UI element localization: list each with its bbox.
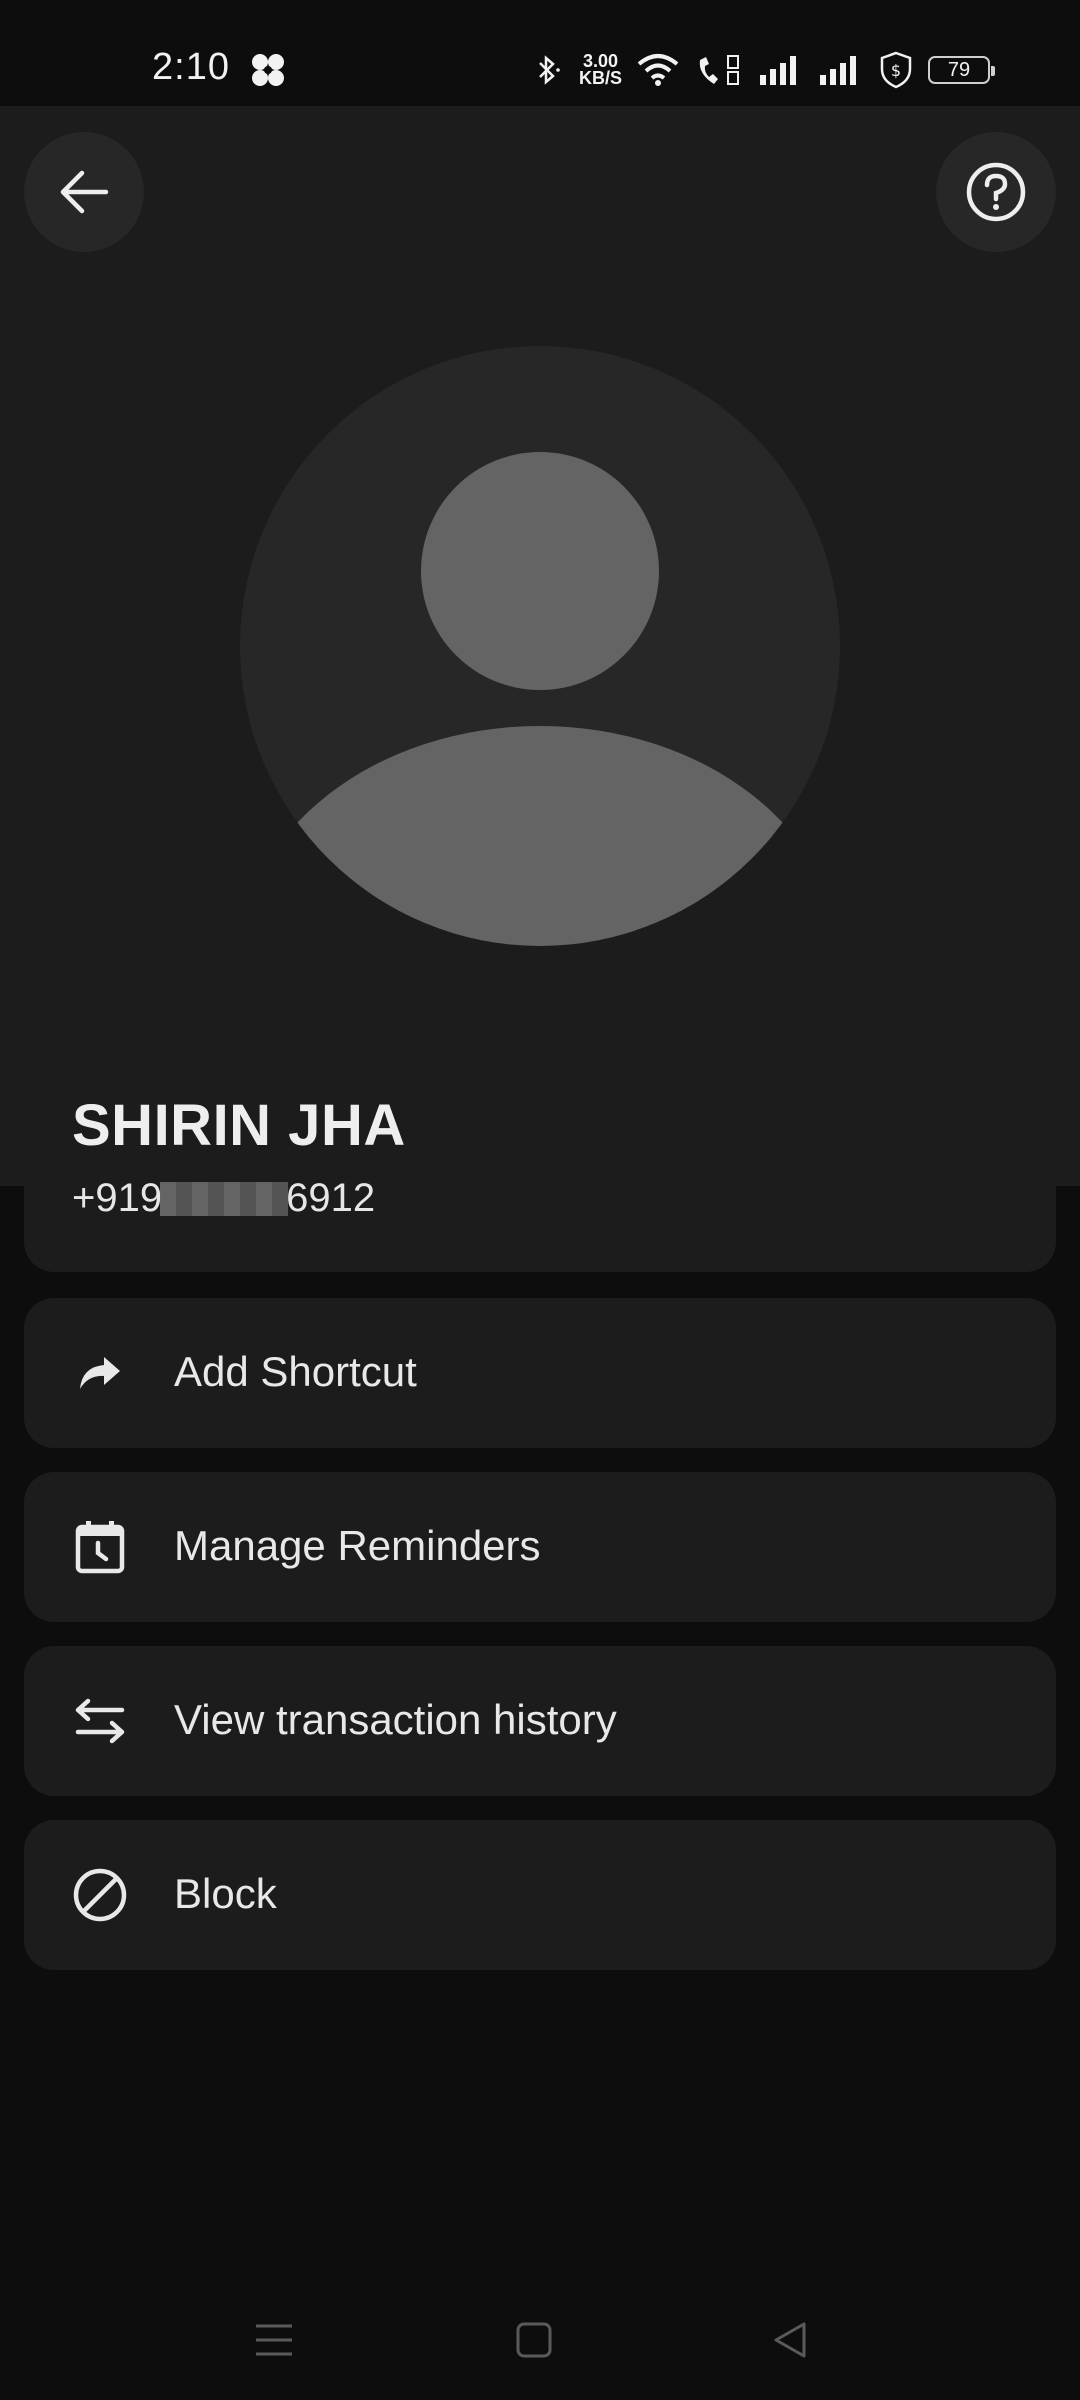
back-button[interactable]: [24, 132, 144, 252]
app-notification-icon: [252, 54, 284, 86]
status-bar: 2:10 3.00 KB/S $ 79: [0, 0, 1080, 106]
battery-level: 79: [947, 58, 971, 81]
home-square-icon: [516, 2322, 552, 2358]
wifi-calling-icon: [699, 55, 739, 85]
battery-indicator: 79: [928, 56, 995, 84]
help-circle-icon: [966, 162, 1026, 222]
view-transaction-history-button[interactable]: View transaction history: [24, 1646, 1056, 1796]
contact-phone: +919 6912: [72, 1176, 375, 1221]
view-transaction-history-label: View transaction history: [174, 1696, 617, 1743]
network-speed: 3.00 KB/S: [578, 52, 622, 88]
add-shortcut-label: Add Shortcut: [174, 1348, 417, 1395]
contact-avatar: [240, 346, 840, 946]
avatar-head-shape: [421, 452, 659, 690]
block-icon: [72, 1867, 128, 1923]
phone-prefix: +919: [72, 1176, 163, 1220]
system-nav-bar: [0, 2290, 1080, 2400]
swap-arrows-icon: [72, 1693, 128, 1749]
status-time: 2:10: [152, 46, 230, 88]
signal-icon-1: [760, 56, 796, 85]
network-speed-unit: KB/S: [578, 68, 622, 88]
arrow-left-icon: [60, 170, 109, 214]
profile-header: [0, 106, 1080, 1186]
bluetooth-icon: [539, 55, 560, 85]
calendar-clock-icon: [72, 1519, 128, 1575]
svg-text:$: $: [891, 61, 901, 80]
menu-icon: [256, 2324, 292, 2356]
add-shortcut-button[interactable]: Add Shortcut: [24, 1298, 1056, 1448]
avatar-body-shape: [240, 726, 840, 946]
manage-reminders-button[interactable]: Manage Reminders: [24, 1472, 1056, 1622]
contact-name: SHIRIN JHA: [72, 1093, 406, 1158]
phone-suffix: 6912: [286, 1176, 376, 1220]
phone-redaction: [160, 1181, 289, 1216]
wifi-icon: [637, 54, 679, 86]
signal-icon-2: [820, 56, 856, 85]
status-icons: 3.00 KB/S $ 79: [531, 50, 995, 90]
manage-reminders-label: Manage Reminders: [174, 1522, 541, 1569]
nav-menu-button[interactable]: [244, 2310, 304, 2370]
block-label: Block: [174, 1870, 277, 1917]
back-triangle-icon: [774, 2322, 806, 2358]
nav-back-button[interactable]: [760, 2310, 820, 2370]
security-shield-icon: $: [880, 51, 912, 89]
block-button[interactable]: Block: [24, 1820, 1056, 1970]
help-button[interactable]: [936, 132, 1056, 252]
nav-home-button[interactable]: [504, 2310, 564, 2370]
share-arrow-icon: [72, 1345, 128, 1401]
